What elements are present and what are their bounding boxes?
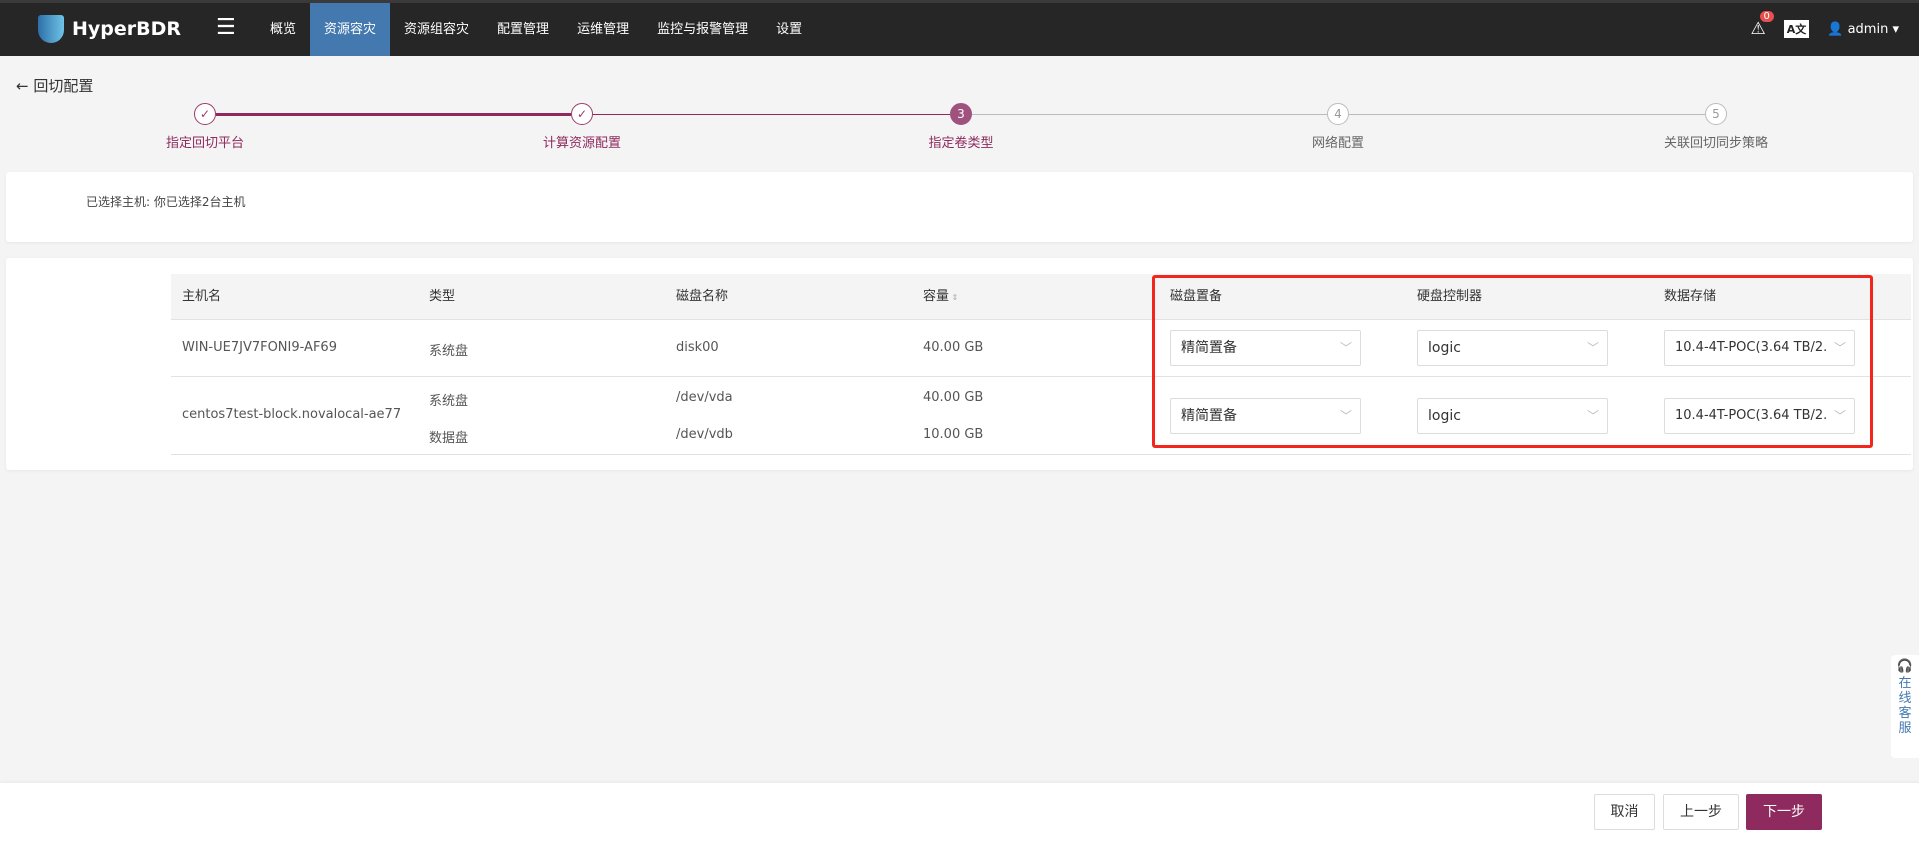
top-nav: HyperBDR ☰ 概览 资源容灾 资源组容灾 配置管理 运维管理 监控与报警… bbox=[0, 0, 1919, 56]
divider bbox=[171, 454, 1911, 455]
arrow-left-icon: ← bbox=[16, 77, 29, 95]
page-title: 回切配置 bbox=[33, 77, 94, 95]
step-label: 计算资源配置 bbox=[542, 136, 621, 151]
nav-right: ⚠ 0 A文 👤 admin ▾ bbox=[1751, 11, 1899, 39]
col-disk-name: 磁盘名称 bbox=[676, 289, 729, 304]
step-connector bbox=[972, 114, 1327, 115]
prev-step-button[interactable]: 上一步 bbox=[1663, 794, 1739, 830]
step-connector bbox=[1349, 114, 1705, 115]
step-4: 4 bbox=[1327, 103, 1349, 125]
disk-name: disk00 bbox=[676, 340, 719, 355]
step-label: 指定卷类型 bbox=[928, 136, 994, 151]
disk-size: 10.00 GB bbox=[923, 427, 984, 442]
col-capacity[interactable]: 容量 ⇕ bbox=[923, 274, 958, 319]
alert-badge: 0 bbox=[1759, 11, 1774, 22]
user-menu[interactable]: 👤 admin ▾ bbox=[1827, 22, 1899, 37]
menu-item-config[interactable]: 配置管理 bbox=[483, 3, 563, 56]
step-connector bbox=[216, 113, 571, 116]
main-menu: 概览 资源容灾 资源组容灾 配置管理 运维管理 监控与报警管理 设置 bbox=[256, 3, 816, 56]
step-3: 3 bbox=[950, 103, 972, 125]
back-link[interactable]: ← 回切配置 bbox=[16, 75, 93, 96]
user-icon: 👤 bbox=[1827, 21, 1844, 37]
sort-icon[interactable]: ⇕ bbox=[949, 293, 959, 302]
step-connector bbox=[593, 114, 950, 115]
alert-icon[interactable]: ⚠ 0 bbox=[1751, 11, 1774, 39]
host-name: WIN-UE7JV7FONI9-AF69 bbox=[182, 340, 337, 355]
logo[interactable]: HyperBDR bbox=[38, 15, 181, 43]
step-label: 指定回切平台 bbox=[165, 136, 244, 151]
disk-name: /dev/vdb bbox=[676, 427, 733, 442]
disk-type: 系统盘 bbox=[429, 344, 469, 359]
step-2-check-icon: ✓ bbox=[571, 103, 593, 125]
disk-size: 40.00 GB bbox=[923, 340, 984, 355]
language-icon[interactable]: A文 bbox=[1783, 20, 1810, 38]
disk-name: /dev/vda bbox=[676, 390, 733, 405]
step-label: 关联回切同步策略 bbox=[1663, 136, 1768, 151]
step-label: 网络配置 bbox=[1311, 136, 1364, 151]
host-name: centos7test-block.novalocal-ae77 bbox=[182, 407, 402, 422]
col-type: 类型 bbox=[429, 289, 456, 304]
disk-type: 数据盘 bbox=[429, 431, 469, 446]
menu-item-resource-dr[interactable]: 资源容灾 bbox=[310, 3, 391, 56]
hamburger-menu-icon[interactable]: ☰ bbox=[216, 15, 236, 40]
menu-item-overview[interactable]: 概览 bbox=[256, 3, 310, 56]
shield-logo-icon bbox=[38, 15, 64, 43]
menu-item-ops[interactable]: 运维管理 bbox=[563, 3, 643, 56]
cancel-button[interactable]: 取消 bbox=[1594, 794, 1655, 830]
selection-card bbox=[6, 172, 1913, 242]
highlight-box bbox=[1152, 275, 1873, 448]
menu-item-settings[interactable]: 设置 bbox=[762, 3, 816, 56]
caret-down-icon: ▾ bbox=[1892, 21, 1899, 37]
headset-icon: 🎧 bbox=[1896, 659, 1914, 674]
online-support[interactable]: 🎧 在线客服 bbox=[1891, 655, 1919, 758]
menu-item-group-dr[interactable]: 资源组容灾 bbox=[390, 3, 483, 56]
col-hostname: 主机名 bbox=[182, 289, 222, 304]
menu-item-monitor[interactable]: 监控与报警管理 bbox=[643, 3, 762, 56]
next-step-button[interactable]: 下一步 bbox=[1746, 794, 1822, 830]
step-5: 5 bbox=[1705, 103, 1727, 125]
disk-type: 系统盘 bbox=[429, 394, 469, 409]
disk-size: 40.00 GB bbox=[923, 390, 984, 405]
step-1-check-icon: ✓ bbox=[194, 103, 216, 125]
selected-hosts: 已选择主机: 你已选择2台主机 bbox=[86, 195, 246, 209]
